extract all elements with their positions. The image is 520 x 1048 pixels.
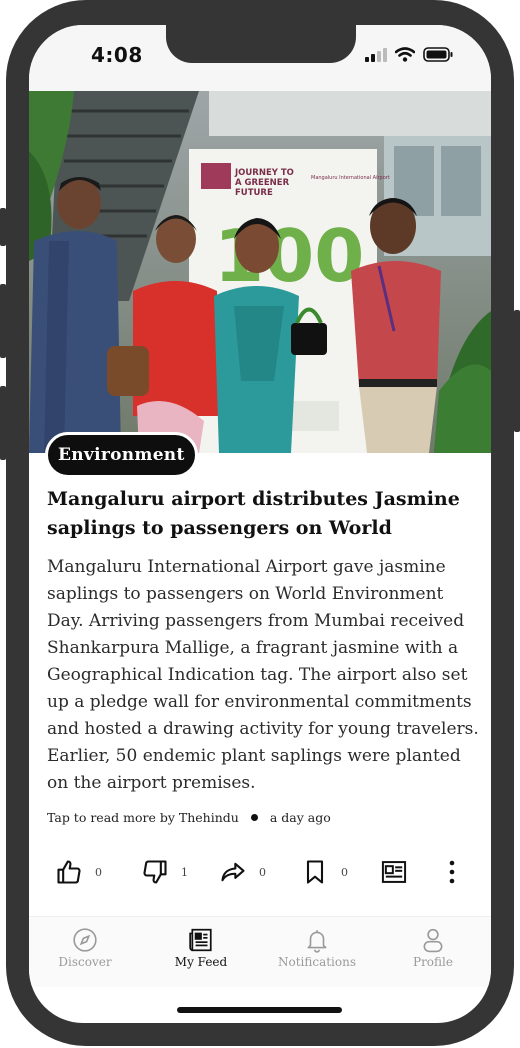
- banner-airport-text: Mangaluru International Airport: [311, 175, 390, 181]
- nav-notifications-label: Notifications: [277, 955, 357, 969]
- status-bar: 4:08: [29, 25, 491, 91]
- separator-dot: [250, 814, 258, 821]
- banner-big-text: 100: [214, 214, 364, 298]
- banner-text-line3: FUTURE: [235, 188, 273, 198]
- action-bar: 0 1 0 0: [29, 850, 491, 894]
- status-time: 4:08: [91, 43, 143, 67]
- nav-notifications[interactable]: Notifications: [267, 927, 367, 969]
- nav-discover[interactable]: Discover: [35, 927, 135, 969]
- bookmark-button[interactable]: 0: [301, 850, 348, 894]
- newspaper-icon: [189, 928, 212, 952]
- volume-down-button: [0, 386, 6, 460]
- category-tag[interactable]: Environment: [45, 432, 198, 478]
- nav-discover-label: Discover: [58, 955, 112, 969]
- news-article-icon: [381, 861, 407, 883]
- volume-up-button: [0, 284, 6, 358]
- more-options-button[interactable]: [447, 850, 457, 894]
- banner-text-line1: JOURNEY TO: [234, 168, 294, 178]
- notch: [166, 25, 356, 63]
- like-button[interactable]: 0: [55, 850, 102, 894]
- nav-my-feed-label: My Feed: [174, 955, 228, 969]
- cellular-signal-icon: [365, 47, 387, 62]
- thumbs-down-icon: [143, 860, 167, 884]
- read-more-link[interactable]: Tap to read more by Thehindu: [47, 810, 239, 825]
- bookmark-count: 0: [341, 865, 348, 879]
- more-vertical-icon: [449, 860, 455, 884]
- bookmark-icon: [306, 860, 324, 884]
- article-summary: Mangaluru International Airport gave jas…: [47, 557, 479, 793]
- share-arrow-icon: [221, 862, 245, 882]
- time-ago: a day ago: [269, 810, 331, 825]
- banner-text-line2: A GREENER: [235, 178, 290, 188]
- screen: 4:08 JOURNEY TO A GREENER FUTURE Mangalu…: [29, 25, 491, 1023]
- person-icon: [423, 928, 443, 953]
- battery-icon: [423, 47, 453, 62]
- dislike-count: 1: [181, 865, 188, 879]
- newspaper-button[interactable]: [380, 850, 408, 894]
- wifi-icon: [395, 47, 415, 62]
- compass-icon: [73, 928, 97, 952]
- share-button[interactable]: 0: [219, 850, 266, 894]
- like-count: 0: [95, 865, 102, 879]
- bottom-nav: Discover My Feed Notifications Profile: [29, 917, 491, 987]
- article-meta: Tap to read more by Thehindu a day ago: [47, 810, 331, 825]
- mute-switch: [0, 208, 6, 246]
- nav-my-feed[interactable]: My Feed: [151, 927, 251, 969]
- article-photo[interactable]: JOURNEY TO A GREENER FUTURE Mangaluru In…: [29, 91, 491, 453]
- nav-profile-label: Profile: [413, 955, 453, 969]
- article-headline[interactable]: Mangaluru airport distributes Jasmine sa…: [47, 485, 477, 543]
- bell-icon: [307, 930, 327, 953]
- share-count: 0: [259, 865, 266, 879]
- power-button: [514, 310, 520, 432]
- home-indicator[interactable]: [177, 1007, 342, 1013]
- article-photo-illustration: JOURNEY TO A GREENER FUTURE Mangaluru In…: [29, 91, 491, 453]
- nav-profile[interactable]: Profile: [383, 927, 483, 969]
- dislike-button[interactable]: 1: [141, 850, 188, 894]
- thumbs-up-icon: [57, 860, 81, 884]
- status-icons: [365, 47, 453, 62]
